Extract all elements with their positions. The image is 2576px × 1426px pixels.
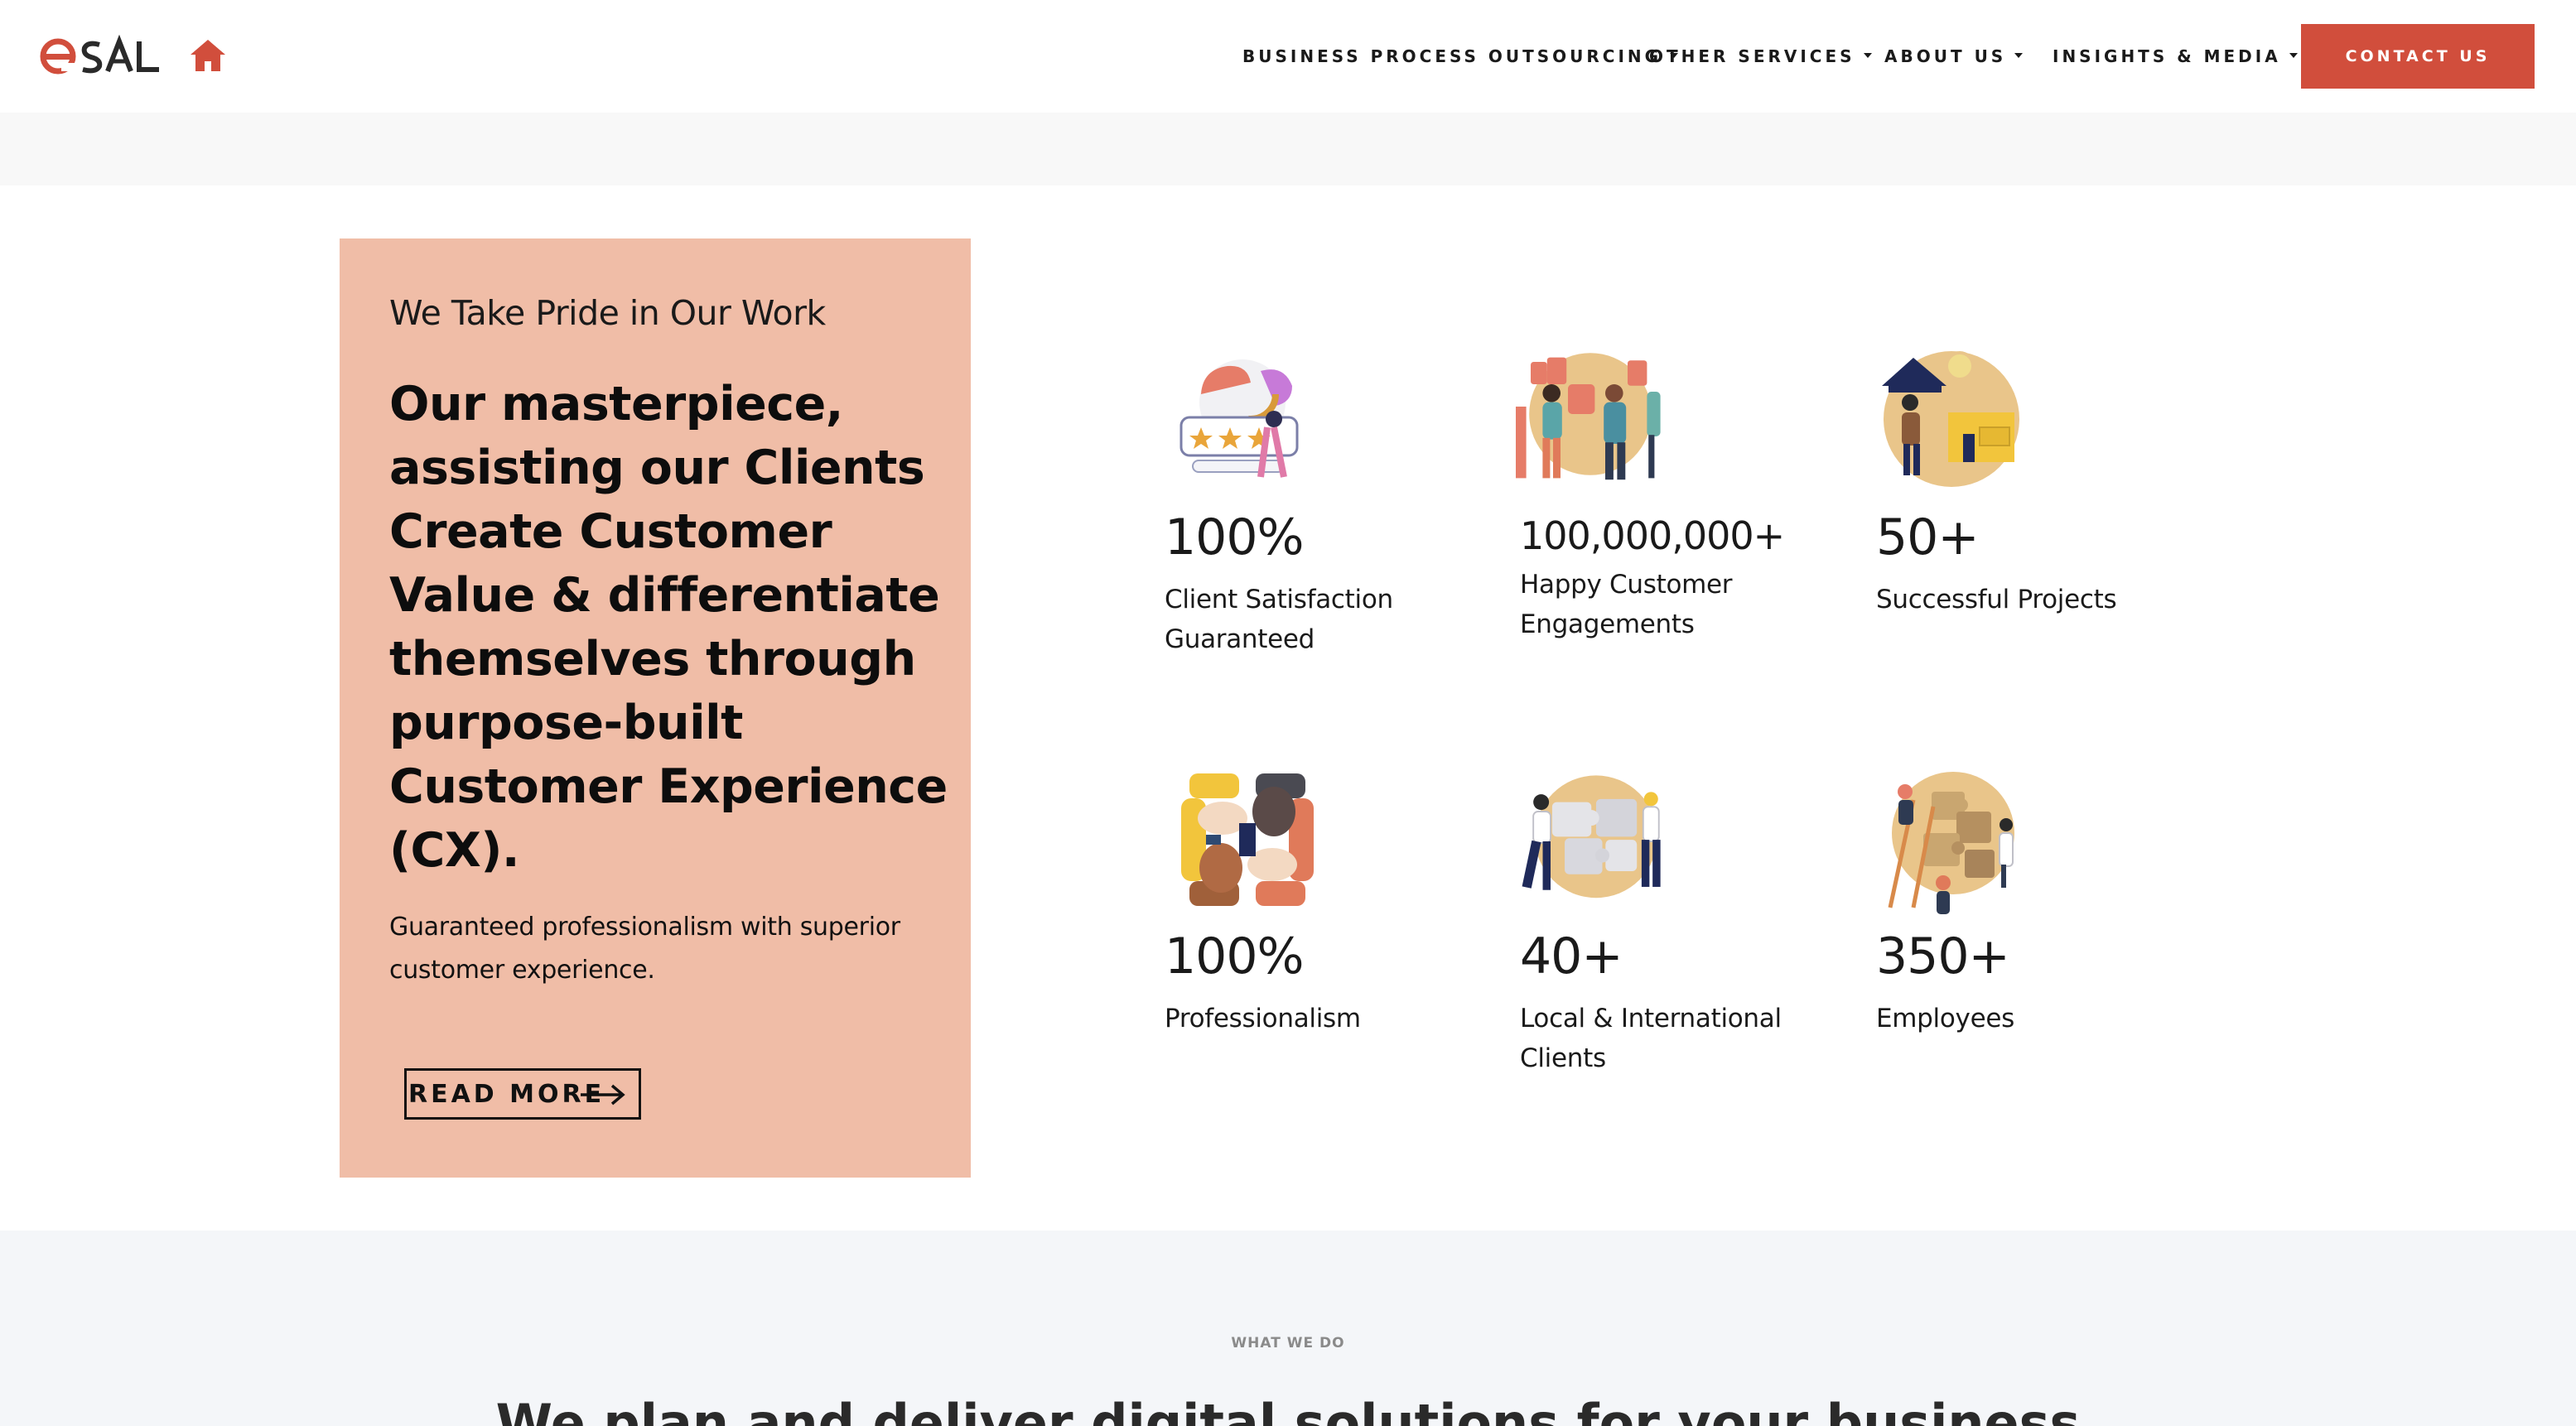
stat-label: Professionalism bbox=[1165, 1004, 1361, 1033]
stat-value: 350+ bbox=[1876, 927, 2010, 985]
stat-label: Successful Projects bbox=[1876, 585, 2117, 614]
stat-value: 50+ bbox=[1876, 508, 1980, 566]
card-description: Guaranteed professionalism with superior… bbox=[389, 913, 900, 985]
card-title: Our masterpiece, assisting our Clients C… bbox=[389, 377, 948, 878]
rating-icon bbox=[1179, 359, 1299, 478]
nav-label: ABOUT US bbox=[1884, 46, 2007, 66]
nav-label: BUSINESS PROCESS OUTSOURCING bbox=[1242, 46, 1662, 66]
puzzle-team-icon bbox=[1522, 775, 1661, 898]
header-spacer-band bbox=[0, 113, 2576, 185]
stat-label: Happy Customer Engagements bbox=[1520, 570, 1733, 639]
linked-hands-icon bbox=[1181, 773, 1314, 906]
stat-value: 100,000,000+ bbox=[1520, 513, 1785, 558]
read-more-label: READ MORE bbox=[408, 1079, 605, 1109]
stat-value: 100% bbox=[1165, 927, 1305, 985]
nav-label: OTHER SERVICES bbox=[1649, 46, 1855, 66]
what-we-do-section: WHAT WE DO We plan and deliver digital s… bbox=[0, 1231, 2576, 1426]
caret-down-icon bbox=[1863, 52, 1872, 58]
building-puzzle-icon bbox=[1888, 772, 2014, 914]
read-more-button[interactable]: READ MORE bbox=[404, 1068, 641, 1120]
stat-value: 40+ bbox=[1520, 927, 1623, 985]
stat-label: Employees bbox=[1876, 1004, 2014, 1033]
arrow-right-icon bbox=[581, 1084, 625, 1106]
project-house-icon bbox=[1882, 351, 2019, 487]
section-headline: We plan and deliver digital solutions fo… bbox=[495, 1393, 2081, 1426]
stat-label: Local & International Clients bbox=[1520, 1004, 1782, 1073]
home-icon[interactable] bbox=[189, 36, 227, 75]
nav-label: INSIGHTS & MEDIA bbox=[2053, 46, 2281, 66]
nav-insights-media[interactable]: INSIGHTS & MEDIA bbox=[2053, 46, 2298, 66]
nav-other-services[interactable]: OTHER SERVICES bbox=[1649, 46, 1872, 66]
caret-down-icon bbox=[2014, 52, 2024, 58]
section-eyebrow: WHAT WE DO bbox=[1231, 1335, 1345, 1351]
site-header: BUSINESS PROCESS OUTSOURCING OTHER SERVI… bbox=[0, 0, 2576, 113]
esal-logo[interactable] bbox=[40, 35, 161, 78]
card-subtitle: We Take Pride in Our Work bbox=[389, 293, 826, 333]
stat-value: 100% bbox=[1165, 508, 1305, 566]
pride-card: We Take Pride in Our Work Our masterpiec… bbox=[340, 238, 971, 1178]
thumbs-up-people-icon bbox=[1516, 353, 1661, 480]
nav-about-us[interactable]: ABOUT US bbox=[1884, 46, 2024, 66]
nav-business-process-outsourcing[interactable]: BUSINESS PROCESS OUTSOURCING bbox=[1242, 46, 1679, 66]
stat-label: Client Satisfaction Guaranteed bbox=[1165, 585, 1393, 654]
caret-down-icon bbox=[2289, 52, 2298, 58]
contact-us-button[interactable]: CONTACT US bbox=[2301, 24, 2535, 89]
